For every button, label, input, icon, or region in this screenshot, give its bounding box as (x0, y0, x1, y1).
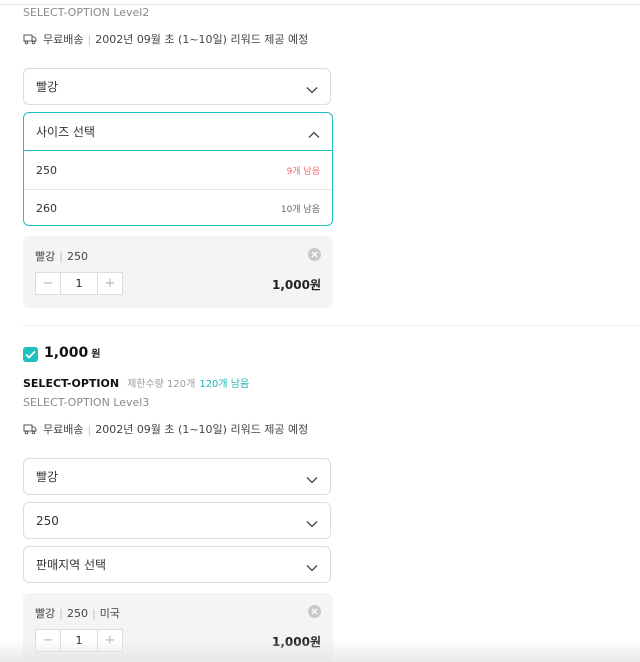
price-number: 1,000 (44, 345, 89, 361)
decrease-button[interactable]: − (36, 273, 60, 294)
shipping-info: 무료배송 | 2002년 09월 초 (1~10일) 리워드 제공 예정 (23, 421, 308, 437)
increase-button[interactable]: + (98, 273, 122, 294)
chevron-down-icon (306, 473, 318, 483)
selected-region: 미국 (99, 607, 120, 620)
size-select-value: 250 (36, 513, 59, 528)
shipping-schedule: 2002년 09월 초 (1~10일) 리워드 제공 예정 (95, 33, 309, 46)
quantity-remaining: 120개 남음 (199, 379, 250, 390)
close-icon (311, 608, 318, 615)
chevron-down-icon (306, 517, 318, 527)
separator: | (87, 422, 92, 436)
bottom-scroll-fade (0, 640, 640, 662)
color-select[interactable]: 빨강 (23, 458, 331, 495)
size-dropdown-placeholder: 사이즈 선택 (36, 125, 96, 139)
color-select-value: 빨강 (36, 80, 59, 94)
separator: | (59, 249, 63, 263)
selected-option-label: 빨강 | 250 (35, 248, 88, 264)
quantity-stepper[interactable]: − 1 + (35, 272, 123, 295)
checkmark-icon (25, 350, 36, 359)
quantity-value[interactable]: 1 (60, 273, 98, 294)
shipping-type: 무료배송 (43, 33, 84, 46)
shipping-schedule: 2002년 09월 초 (1~10일) 리워드 제공 예정 (95, 423, 309, 436)
quantity-limit: 제한수량 120개 (127, 379, 196, 390)
separator: | (59, 606, 63, 620)
shipping-type: 무료배송 (43, 423, 84, 436)
price-unit: 원 (91, 349, 101, 360)
size-option-250[interactable]: 250 9개 남음 (24, 151, 332, 189)
remove-option-button[interactable] (308, 248, 321, 261)
size-option-stock: 10개 남음 (280, 205, 320, 215)
shipping-info: 무료배송 | 2002년 09월 초 (1~10일) 리워드 제공 예정 (23, 31, 308, 47)
product-title: SELECT-OPTION (23, 377, 120, 390)
chevron-down-icon (306, 561, 318, 571)
selected-size: 250 (66, 606, 88, 620)
selected-option-label: 빨강 | 250 | 미국 (35, 605, 120, 621)
region-select[interactable]: 판매지역 선택 (23, 546, 331, 583)
size-dropdown-header[interactable]: 사이즈 선택 (24, 113, 332, 151)
section-divider (23, 325, 640, 326)
selected-option-card: 빨강 | 250 − 1 + 1,000원 (23, 236, 333, 308)
option-price: 1,000원 (272, 278, 321, 292)
truck-icon (23, 423, 37, 435)
selected-color: 빨강 (35, 607, 56, 620)
separator: | (91, 606, 96, 620)
size-option-260[interactable]: 260 10개 남음 (24, 189, 332, 225)
size-option-stock: 9개 남음 (286, 166, 320, 177)
product-price: 1,000 원 (44, 345, 101, 361)
close-icon (311, 251, 318, 258)
truck-icon (23, 33, 37, 45)
chevron-down-icon (306, 83, 318, 93)
product-title-row: SELECT-OPTION 제한수량 120개 120개 남음 (23, 375, 249, 390)
size-select[interactable]: 250 (23, 502, 331, 539)
size-option-label: 250 (36, 163, 57, 177)
selected-size: 250 (66, 249, 88, 263)
region-select-value: 판매지역 선택 (36, 558, 107, 572)
separator: | (87, 32, 92, 46)
option-level-label: SELECT-OPTION Level3 (23, 396, 150, 409)
size-option-label: 260 (36, 202, 57, 215)
top-border (0, 0, 640, 5)
selected-color: 빨강 (35, 250, 56, 263)
product-checkbox[interactable] (23, 347, 38, 362)
size-dropdown[interactable]: 사이즈 선택 250 9개 남음 260 10개 남음 (23, 112, 333, 226)
option-level-label: SELECT-OPTION Level2 (23, 6, 150, 19)
color-select[interactable]: 빨강 (23, 68, 331, 105)
remove-option-button[interactable] (308, 605, 321, 618)
color-select-value: 빨강 (36, 470, 59, 484)
chevron-up-icon (308, 128, 320, 138)
